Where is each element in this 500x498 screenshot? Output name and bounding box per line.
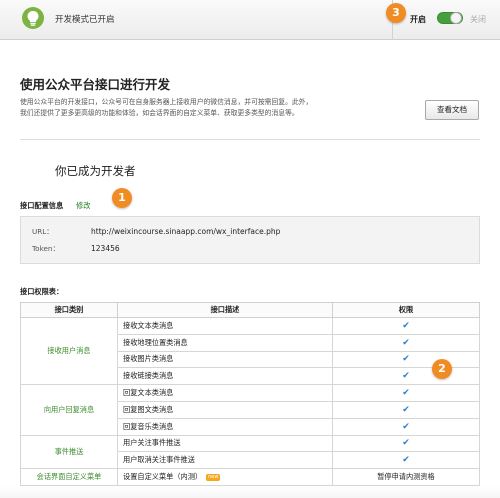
- view-docs-button[interactable]: 查看文档: [425, 100, 479, 120]
- config-section-label: 接口配置信息: [20, 201, 64, 210]
- dev-mode-status: 开发模式已开启: [55, 15, 115, 25]
- row-description: 接收图片类消息: [117, 350, 333, 369]
- custom-menu-permission: 暂停申请内测资格: [332, 468, 480, 486]
- url-key: URL：: [32, 227, 54, 236]
- row-description: 回复音乐类消息: [117, 417, 333, 436]
- row-description: 接收地理位置类消息: [117, 333, 333, 352]
- new-badge: new: [206, 474, 221, 482]
- dev-mode-toggle[interactable]: [437, 12, 463, 24]
- annotation-badge-1: 1: [112, 188, 132, 208]
- developer-status-title: 你已成为开发者: [55, 164, 136, 178]
- intro-line-2: 我们还提供了更多更高级的功能和体验，如会话界面的自定义菜单、获取更多类型的消息等…: [20, 109, 299, 117]
- table-row: 事件推送 用户关注事件推送 ✔: [20, 434, 480, 470]
- row-description: 接收链接类消息: [117, 367, 333, 386]
- check-icon: ✔: [402, 388, 410, 399]
- config-info-box: URL： http://weixincourse.sinaapp.com/wx_…: [20, 216, 480, 264]
- toggle-knob: [450, 12, 462, 24]
- check-icon: ✔: [402, 320, 410, 331]
- category-event-push: 事件推送: [20, 434, 118, 470]
- token-value: 123456: [91, 244, 120, 253]
- toggle-off-label[interactable]: 关闭: [470, 14, 486, 25]
- page-title: 使用公众平台接口进行开发: [20, 77, 171, 92]
- table-row: 会话界面自定义菜单 设置自定义菜单（内测） new 暂停申请内测资格: [20, 468, 480, 486]
- check-icon: ✔: [402, 421, 410, 432]
- check-icon: ✔: [402, 438, 410, 449]
- annotation-badge-3: 3: [386, 3, 406, 23]
- row-description: 回复文本类消息: [117, 384, 333, 402]
- check-icon: ✔: [402, 455, 410, 466]
- category-receive-messages: 接收用户消息: [20, 316, 118, 386]
- permissions-table: 接口类别 接口描述 权限 接收用户消息 接收文本类消息 ✔ 接收地理位置类消息 …: [20, 302, 480, 486]
- table-row: 向用户回复消息 回复文本类消息 ✔: [20, 384, 480, 436]
- row-description: 回复图文类消息: [117, 400, 333, 419]
- table-row: 接收用户消息 接收文本类消息 ✔: [20, 316, 480, 386]
- toggle-on-label[interactable]: 开启: [410, 14, 426, 25]
- check-icon: ✔: [402, 404, 410, 415]
- url-value: http://weixincourse.sinaapp.com/wx_inter…: [91, 227, 281, 236]
- permissions-section-label: 接口权限表：: [20, 287, 64, 296]
- bottom-fade: [0, 486, 500, 498]
- header-category: 接口类别: [20, 302, 118, 318]
- check-icon: ✔: [402, 337, 410, 348]
- lightbulb-icon: [22, 7, 44, 29]
- intro-description: 使用公众平台的开发接口，公众号可在自身服务器上接收用户的微信消息，并可按需回复。…: [20, 97, 405, 119]
- category-custom-menu: 会话界面自定义菜单: [20, 468, 118, 486]
- custom-menu-desc: 设置自定义菜单（内测）: [123, 472, 203, 482]
- category-reply-messages: 向用户回复消息: [20, 384, 118, 436]
- intro-line-1: 使用公众平台的开发接口，公众号可在自身服务器上接收用户的微信消息，并可按需回复。…: [20, 98, 313, 106]
- check-icon: ✔: [402, 371, 410, 382]
- row-description: 用户关注事件推送: [117, 434, 333, 453]
- annotation-badge-2: 2: [432, 359, 452, 379]
- header-description: 接口描述: [117, 302, 333, 318]
- row-description: 用户取消关注事件推送: [117, 451, 333, 470]
- top-bar: 开发模式已开启 3 开启 关闭: [0, 0, 500, 40]
- check-icon: ✔: [402, 354, 410, 365]
- section-divider: [20, 139, 480, 140]
- row-description: 接收文本类消息: [117, 317, 333, 335]
- table-header-row: 接口类别 接口描述 权限: [20, 302, 480, 318]
- config-edit-link[interactable]: 修改: [76, 201, 90, 211]
- row-description-custom-menu: 设置自定义菜单（内测） new: [117, 468, 333, 486]
- header-permission: 权限: [332, 302, 480, 318]
- token-key: Token：: [32, 244, 60, 253]
